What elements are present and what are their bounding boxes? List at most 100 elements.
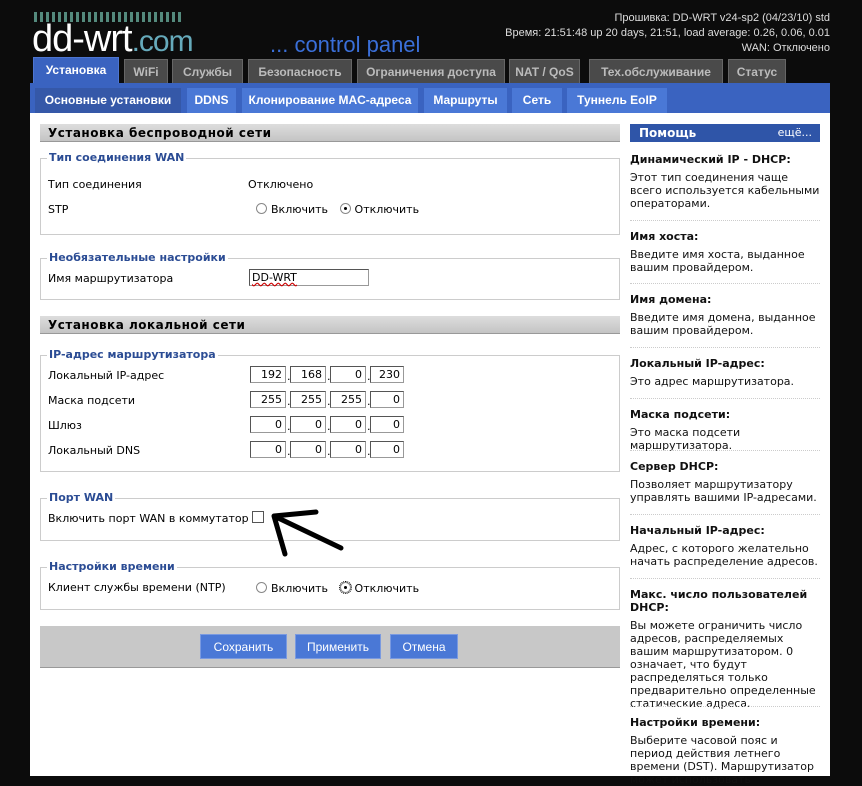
help-divider bbox=[630, 578, 820, 579]
help-item: Начальный IP-адрес: Адрес, с которого жел… bbox=[630, 524, 820, 568]
ip-octet-input[interactable]: 0 bbox=[250, 416, 286, 433]
legend-wan-port: Порт WAN bbox=[47, 491, 116, 504]
subtab-ddns[interactable]: DDNS bbox=[187, 88, 236, 113]
router-name-label: Имя маршрутизатора bbox=[48, 272, 174, 285]
ntp-radio-group: Включить Отключить bbox=[256, 581, 420, 595]
logo-text: dd-wrt bbox=[32, 18, 133, 60]
firmware-info: Прошивка: DD-WRT v24-sp2 (04/23/10) std bbox=[614, 12, 830, 24]
help-item-text: Это адрес маршрутизатора. bbox=[630, 375, 795, 388]
ip-octet-input[interactable]: 168 bbox=[290, 366, 326, 383]
logo-suffix: .com bbox=[131, 25, 194, 58]
help-item-text: Адрес, с которого желательно начать расп… bbox=[630, 542, 818, 568]
fieldset-wan-type: Тип соединения WAN bbox=[40, 151, 620, 235]
stp-disable-label[interactable]: Отключить bbox=[355, 203, 420, 216]
tab-nat-qos[interactable]: NAT / QoS bbox=[509, 59, 580, 83]
help-item-title: Начальный IP-адрес: bbox=[630, 524, 765, 537]
stp-enable-label[interactable]: Включить bbox=[271, 203, 328, 216]
ip-octet-input[interactable]: 0 bbox=[370, 416, 404, 433]
ntp-disable-radio[interactable] bbox=[338, 581, 352, 594]
ip-octet-input[interactable]: 0 bbox=[290, 441, 326, 458]
tab-setup[interactable]: Установка bbox=[33, 57, 119, 83]
help-item: Локальный IP-адрес: Это адрес маршрутизат… bbox=[630, 357, 820, 388]
ip-octet-input[interactable]: 255 bbox=[290, 391, 326, 408]
help-item-title: Локальный IP-адрес: bbox=[630, 357, 765, 370]
ip-octet-input[interactable]: 255 bbox=[330, 391, 366, 408]
help-item-text: Этот тип соединения чаще всего используе… bbox=[630, 171, 820, 210]
help-item: Имя хоста: Введите имя хоста, выданное ва… bbox=[630, 230, 820, 274]
ip-octet-input[interactable]: 0 bbox=[250, 441, 286, 458]
subtab-routing[interactable]: Маршруты bbox=[424, 88, 507, 113]
help-item-title: Маска подсети: bbox=[630, 408, 731, 421]
ip-octet-input[interactable]: 255 bbox=[250, 391, 286, 408]
stp-enable-radio[interactable] bbox=[256, 203, 267, 214]
wan-port-label: Включить порт WAN в коммутатор bbox=[48, 512, 249, 525]
help-divider bbox=[630, 706, 820, 707]
help-more-link[interactable]: ещё... bbox=[778, 124, 812, 142]
subtab-network[interactable]: Сеть bbox=[512, 88, 562, 113]
ip-octet-input[interactable]: 192 bbox=[250, 366, 286, 383]
help-item-title: Сервер DHCP: bbox=[630, 460, 719, 473]
help-item-title: Имя домена: bbox=[630, 293, 712, 306]
annotation-arrow bbox=[271, 509, 344, 557]
help-item-title: Динамический IP - DHCP: bbox=[630, 153, 791, 166]
help-item-text: Выберите часовой пояс и период действия … bbox=[630, 734, 814, 786]
wan-port-checkbox[interactable] bbox=[252, 511, 264, 523]
ip-octet-input[interactable]: 0 bbox=[370, 441, 404, 458]
legend-wan-type: Тип соединения WAN bbox=[47, 151, 187, 164]
ip-octet-input[interactable]: 0 bbox=[330, 366, 366, 383]
help-divider bbox=[630, 398, 820, 399]
uptime-info: Время: 21:51:48 up 20 days, 21:51, load … bbox=[505, 27, 830, 39]
help-item: Имя домена: Введите имя домена, выданное … bbox=[630, 293, 820, 337]
ip-octet-input[interactable]: 0 bbox=[290, 416, 326, 433]
tab-status[interactable]: Статус bbox=[728, 59, 786, 83]
help-item: Макс. число пользователей DHCP: Вы можете… bbox=[630, 588, 820, 710]
ip-row-label: Локальный DNS bbox=[48, 444, 141, 457]
help-item: Маска подсети: Это маска подсети маршрути… bbox=[630, 408, 820, 452]
help-item: Сервер DHCP: Позволяет маршрутизатору упр… bbox=[630, 460, 820, 504]
ntp-label: Клиент службы времени (NTP) bbox=[48, 581, 226, 594]
help-header: Помощь ещё... bbox=[630, 124, 820, 142]
subtab-basic-setup[interactable]: Основные установки bbox=[35, 88, 181, 113]
ip-octet-input[interactable]: 230 bbox=[370, 366, 404, 383]
wan-status: WAN: Отключено bbox=[741, 42, 830, 54]
stp-disable-radio[interactable] bbox=[339, 203, 351, 214]
help-item: Динамический IP - DHCP: Этот тип соединен… bbox=[630, 153, 820, 210]
help-divider bbox=[630, 347, 820, 348]
ip-row-label: Маска подсети bbox=[48, 394, 136, 407]
ntp-enable-radio[interactable] bbox=[256, 582, 267, 593]
ip-octet-input[interactable]: 0 bbox=[330, 441, 366, 458]
logo: dd-wrt.com bbox=[32, 18, 194, 61]
conn-type-label: Тип соединения bbox=[48, 178, 142, 191]
help-item-text: Это маска подсети маршрутизатора. bbox=[630, 426, 741, 452]
subtab-mac-clone[interactable]: Клонирование MAC-адреса bbox=[242, 88, 418, 113]
tab-services[interactable]: Службы bbox=[172, 59, 243, 83]
help-divider bbox=[630, 220, 820, 221]
legend-time: Настройки времени bbox=[47, 560, 177, 573]
legend-optional: Необязательные настройки bbox=[47, 251, 228, 264]
tab-administration[interactable]: Тех.обслуживание bbox=[589, 59, 723, 83]
ip-row-label: Локальный IP-адрес bbox=[48, 369, 165, 382]
router-name-input[interactable]: DD-WRT bbox=[249, 269, 369, 286]
save-button[interactable]: Сохранить bbox=[200, 634, 287, 659]
cancel-button[interactable]: Отмена bbox=[390, 634, 458, 659]
help-item-title: Макс. число пользователей DHCP: bbox=[630, 588, 808, 614]
help-item-text: Введите имя домена, выданное вашим прова… bbox=[630, 311, 816, 337]
stp-label: STP bbox=[48, 203, 69, 216]
tab-security[interactable]: Безопасность bbox=[248, 59, 352, 83]
help-item-title: Настройки времени: bbox=[630, 716, 761, 729]
ntp-enable-label[interactable]: Включить bbox=[271, 582, 328, 595]
apply-button[interactable]: Применить bbox=[295, 634, 381, 659]
help-item-text: Введите имя хоста, выданное вашим провай… bbox=[630, 248, 805, 274]
subtab-eoip-tunnel[interactable]: Туннель EoIP bbox=[567, 88, 667, 113]
help-item-text: Позволяет маршрутизатору управлять вашим… bbox=[630, 478, 817, 504]
ntp-disable-label[interactable]: Отключить bbox=[355, 582, 420, 595]
help-item-title: Имя хоста: bbox=[630, 230, 699, 243]
help-divider bbox=[630, 514, 820, 515]
tab-wifi[interactable]: WiFi bbox=[124, 59, 168, 83]
tab-access-restrictions[interactable]: Ограничения доступа bbox=[357, 59, 505, 83]
ip-octet-input[interactable]: 0 bbox=[330, 416, 366, 433]
control-panel-subtitle: ... control panel bbox=[270, 32, 421, 57]
ip-octet-input[interactable]: 0 bbox=[370, 391, 404, 408]
ip-row-label: Шлюз bbox=[48, 419, 82, 432]
legend-router-ip: IP-адрес маршрутизатора bbox=[47, 348, 218, 361]
